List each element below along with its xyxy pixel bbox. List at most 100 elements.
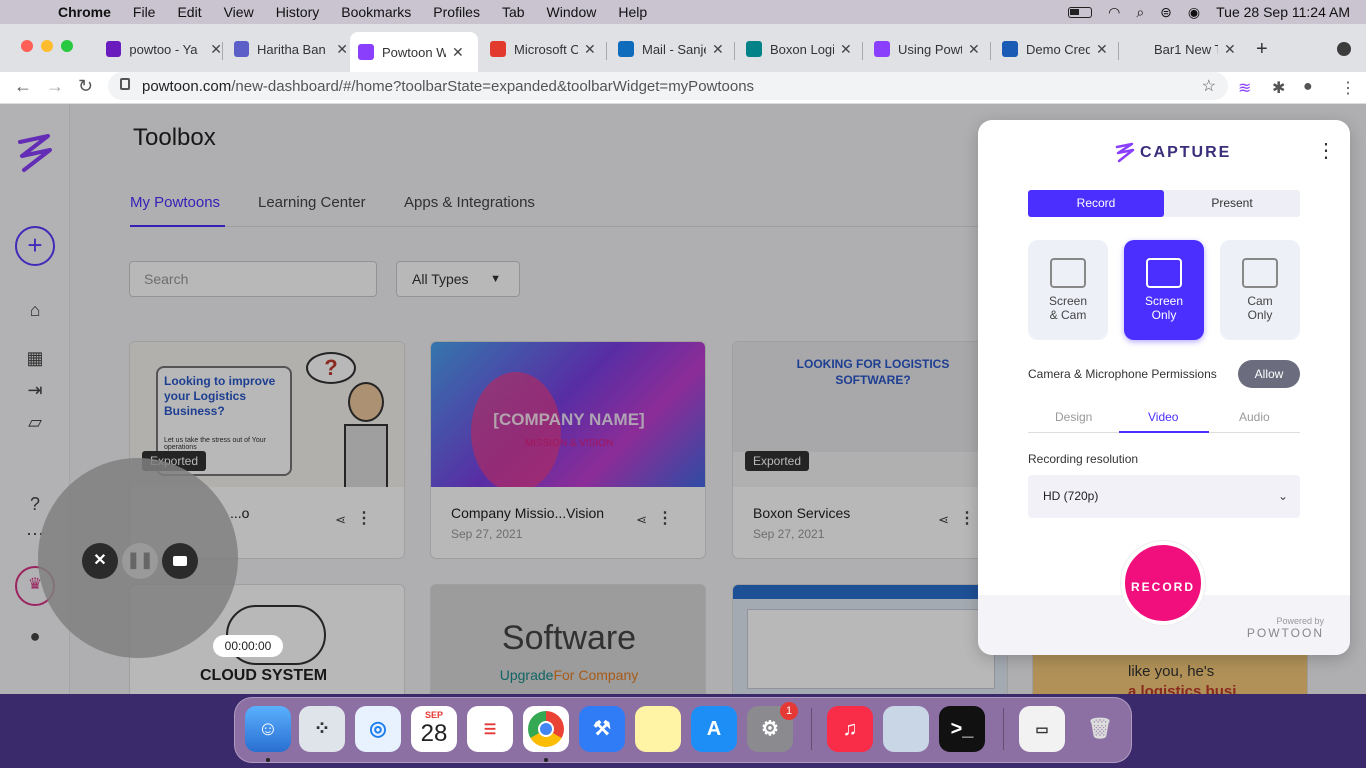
- menu-app-name[interactable]: Chrome: [58, 4, 111, 20]
- capture-menu-icon[interactable]: ⋮: [1316, 138, 1336, 163]
- pause-button[interactable]: ❚❚: [122, 543, 158, 579]
- chrome-logo: [528, 711, 564, 747]
- tab-separator: [990, 42, 991, 60]
- active-settings-tab-indicator: [1119, 431, 1209, 433]
- present-mode-button[interactable]: Present: [1164, 190, 1300, 217]
- back-icon[interactable]: ←: [14, 76, 32, 97]
- browser-tab[interactable]: Haritha Ban ✕: [226, 34, 348, 64]
- forward-icon[interactable]: →: [46, 76, 64, 97]
- zoom-window-button[interactable]: [61, 40, 73, 52]
- macos-dock: ☺ ⁘ ◎ SEP 28 ☰ ⚒ A ⚙ 1 ♫ >_ ▭ 🗑: [234, 697, 1132, 763]
- reload-icon[interactable]: ↻: [78, 76, 93, 97]
- finder-icon[interactable]: ☺: [245, 706, 291, 752]
- camera-toggle-button[interactable]: [162, 543, 198, 579]
- screen-cam-icon: [1050, 258, 1086, 288]
- menu-history[interactable]: History: [276, 4, 320, 20]
- chrome-menu-icon[interactable]: ⋮: [1340, 78, 1356, 98]
- preview-icon[interactable]: [883, 706, 929, 752]
- menu-tab[interactable]: Tab: [502, 4, 525, 20]
- music-icon[interactable]: ♫: [827, 706, 873, 752]
- spotlight-icon[interactable]: ⌕: [1136, 4, 1144, 21]
- notes-icon[interactable]: [635, 706, 681, 752]
- screen-only-option[interactable]: Screen Only: [1124, 240, 1204, 340]
- powtoon-icon: [358, 44, 374, 60]
- record-present-toggle: Record Present: [1028, 190, 1300, 217]
- new-tab-icon[interactable]: +: [1256, 38, 1268, 61]
- menu-view[interactable]: View: [224, 4, 254, 20]
- tab-search-icon[interactable]: [1337, 42, 1351, 56]
- browser-tab-active[interactable]: Powtoon W ✕: [350, 32, 478, 72]
- calendar-icon[interactable]: SEP 28: [411, 706, 457, 752]
- browser-tab[interactable]: powtoo - Ya ✕: [98, 34, 222, 64]
- control-center-icon[interactable]: ⊜: [1160, 4, 1172, 21]
- xcode-icon[interactable]: ⚒: [579, 706, 625, 752]
- blank-tab-icon: [1130, 41, 1146, 57]
- address-bar[interactable]: powtoon.com/new-dashboard/#/home?toolbar…: [108, 72, 1228, 100]
- terminal-icon[interactable]: >_: [939, 706, 985, 752]
- close-tab-icon[interactable]: ✕: [840, 41, 852, 58]
- tab-design[interactable]: Design: [1055, 410, 1092, 424]
- downloads-stack-icon[interactable]: ▭: [1019, 706, 1065, 752]
- browser-tab[interactable]: Mail - Sanje ✕: [610, 34, 732, 64]
- tab-video[interactable]: Video: [1148, 410, 1178, 424]
- minimize-window-button[interactable]: [41, 40, 53, 52]
- close-tab-icon[interactable]: ✕: [712, 41, 724, 58]
- close-tab-icon[interactable]: ✕: [210, 41, 222, 58]
- resolution-value: HD (720p): [1043, 489, 1099, 503]
- record-mode-button[interactable]: Record: [1028, 190, 1164, 217]
- word-icon: [1002, 41, 1018, 57]
- browser-tab[interactable]: Demo Cred ✕: [994, 34, 1116, 64]
- menu-help[interactable]: Help: [618, 4, 647, 20]
- safari-icon[interactable]: ◎: [355, 706, 401, 752]
- launchpad-icon[interactable]: ⁘: [299, 706, 345, 752]
- cam-only-option[interactable]: Cam Only: [1220, 240, 1300, 340]
- tab-title: Demo Cred: [1026, 41, 1090, 57]
- resolution-select[interactable]: HD (720p) ⌄: [1028, 475, 1300, 518]
- screen-cam-option[interactable]: Screen & Cam: [1028, 240, 1108, 340]
- chrome-icon[interactable]: [523, 706, 569, 752]
- close-tab-icon[interactable]: ✕: [584, 41, 596, 58]
- wifi-icon[interactable]: ◠: [1108, 4, 1120, 21]
- close-tab-icon[interactable]: ✕: [1096, 41, 1108, 58]
- tab-title: Bar1 New Ta: [1154, 41, 1218, 57]
- browser-toolbar: ← → ↻ powtoon.com/new-dashboard/#/home?t…: [0, 72, 1366, 104]
- lock-icon[interactable]: [120, 78, 130, 90]
- menu-window[interactable]: Window: [547, 4, 597, 20]
- record-button[interactable]: RECORD: [1121, 541, 1205, 625]
- trash-icon[interactable]: 🗑: [1077, 706, 1123, 752]
- powered-by-label: Powered by: [1276, 616, 1324, 626]
- menu-profiles[interactable]: Profiles: [433, 4, 480, 20]
- tab-separator: [222, 42, 223, 60]
- browser-tab[interactable]: Using Powt ✕: [866, 34, 988, 64]
- extensions-puzzle-icon[interactable]: ✱: [1272, 78, 1285, 98]
- url-path: /new-dashboard/#/home?toolbarState=expan…: [231, 77, 755, 95]
- browser-tab[interactable]: Bar1 New Ta ✕: [1122, 34, 1244, 64]
- menu-edit[interactable]: Edit: [177, 4, 201, 20]
- siri-icon[interactable]: ◉: [1188, 4, 1200, 21]
- menu-file[interactable]: File: [133, 4, 156, 20]
- tab-audio[interactable]: Audio: [1239, 410, 1270, 424]
- battery-icon[interactable]: [1068, 6, 1093, 18]
- clock[interactable]: Tue 28 Sep 11:24 AM: [1216, 4, 1350, 20]
- tab-title: Boxon Logis: [770, 41, 834, 57]
- profile-avatar-icon[interactable]: ●: [1303, 78, 1313, 96]
- bookmark-star-icon[interactable]: ☆: [1202, 76, 1216, 96]
- capture-panel: CAPTURE ⋮ Record Present Screen & Cam Sc…: [978, 120, 1350, 655]
- tab-strip: powtoo - Ya ✕ Haritha Ban ✕ Powtoon W ✕ …: [0, 24, 1366, 72]
- reminders-icon[interactable]: ☰: [467, 706, 513, 752]
- powtoon-extension-icon[interactable]: ≋: [1238, 78, 1251, 98]
- allow-button[interactable]: Allow: [1238, 360, 1300, 388]
- cam-only-icon: [1242, 258, 1278, 288]
- capture-logo-icon: [1115, 142, 1135, 163]
- close-tab-icon[interactable]: ✕: [968, 41, 980, 58]
- app-store-icon[interactable]: A: [691, 706, 737, 752]
- cam-only-label-1: Cam: [1247, 294, 1273, 308]
- menu-bookmarks[interactable]: Bookmarks: [341, 4, 411, 20]
- stop-recording-button[interactable]: ✕: [82, 543, 118, 579]
- browser-tab[interactable]: Boxon Logis ✕: [738, 34, 860, 64]
- close-window-button[interactable]: [21, 40, 33, 52]
- browser-tab[interactable]: Microsoft O ✕: [482, 34, 604, 64]
- close-tab-icon[interactable]: ✕: [452, 44, 464, 61]
- close-tab-icon[interactable]: ✕: [1224, 41, 1236, 58]
- close-tab-icon[interactable]: ✕: [336, 41, 348, 58]
